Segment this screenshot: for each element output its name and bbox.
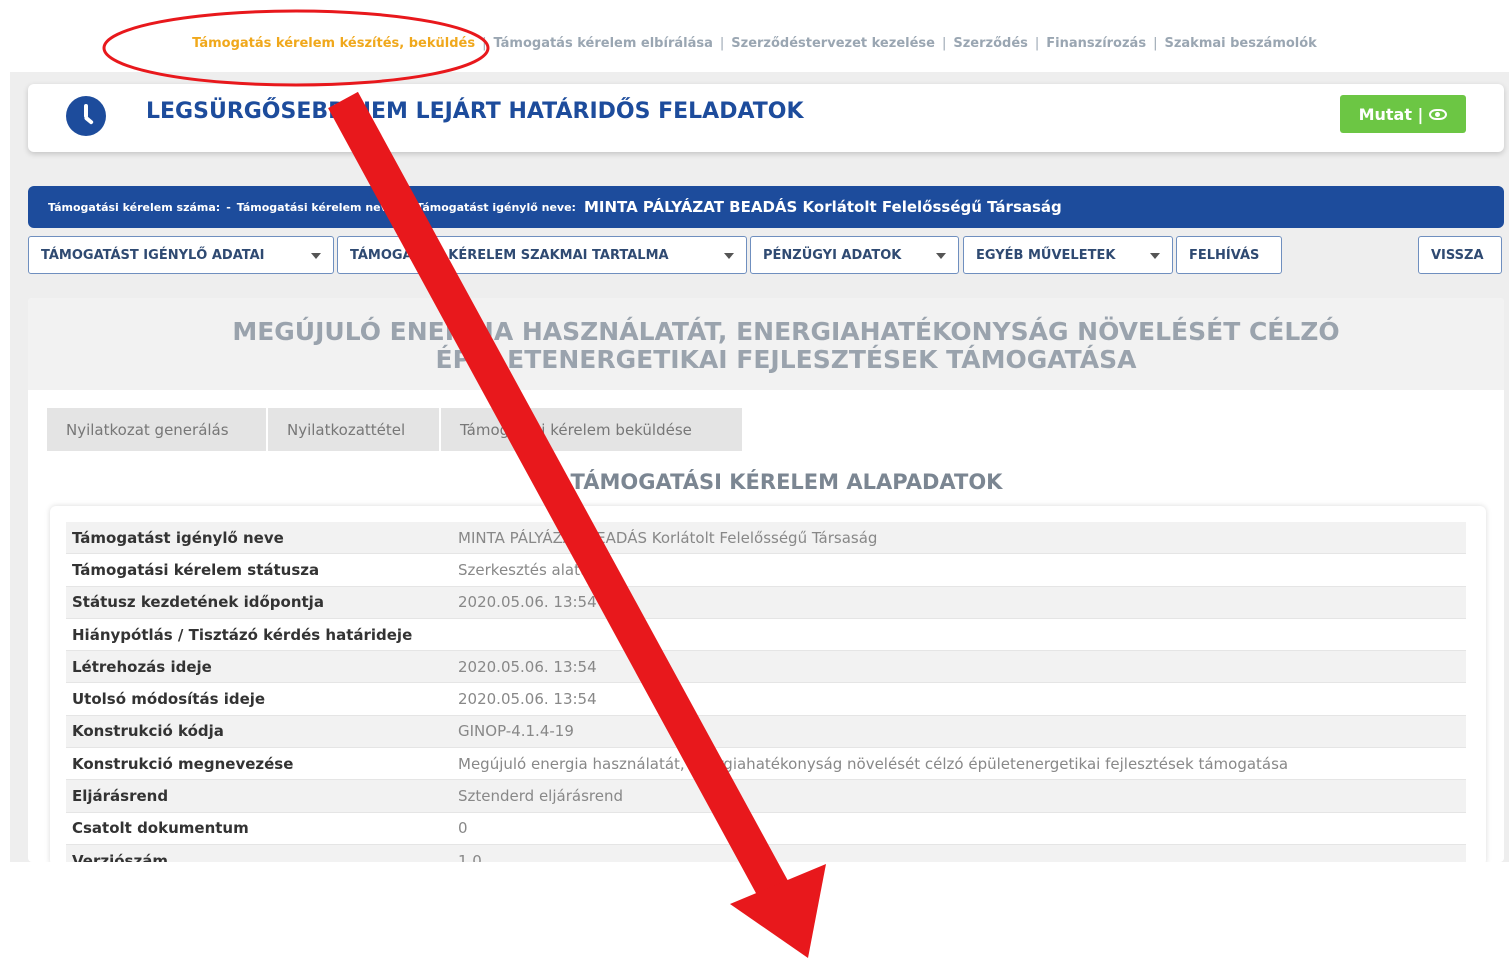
eye-icon [1429,108,1448,120]
urgent-tasks-panel: LEGSÜRGŐSEBB NEM LEJÁRT HATÁRIDŐS FELADA… [28,84,1504,152]
application-name-label: Támogatási kérelem neve: [236,200,400,214]
nav-separator: | [719,36,725,51]
chevron-down-icon [936,253,946,259]
menu-professional-content-label: TÁMOGATÁSI KÉRELEM SZAKMAI TARTALMA [350,247,669,263]
row-value: 2020.05.06. 13:54 [458,690,597,709]
table-row: Utolsó módosítás ideje 2020.05.06. 13:54 [66,683,1466,716]
table-row: Hiánypótlás / Tisztázó kérdés határideje [66,619,1466,652]
top-navigation: Támogatás kérelem készítés, beküldés | Tám… [0,36,1509,51]
menu-financial-data[interactable]: PÉNZÜGYI ADATOK [750,236,959,274]
row-label: Eljárásrend [72,787,169,806]
nav-item-draft-contract[interactable]: Szerződéstervezet kezelése [731,36,935,51]
card-header: MEGÚJULÓ ENERGIA HASZNÁLATÁT, ENERGIAHAT… [28,298,1504,390]
row-value: Megújuló energia használatát, energiahat… [458,754,1289,773]
back-button-label: VISSZA [1431,247,1484,263]
menu-professional-content[interactable]: TÁMOGATÁSI KÉRELEM SZAKMAI TARTALMA [337,236,747,274]
construction-title: MEGÚJULÓ ENERGIA HASZNÁLATÁT, ENERGIAHAT… [28,318,1509,374]
tab-statement-generation[interactable]: Nyilatkozat generálás [47,408,266,451]
nav-item-contract[interactable]: Szerződés [953,36,1028,51]
table-row: Konstrukció kódja GINOP-4.1.4-19 [66,715,1466,749]
clock-icon [66,96,106,136]
page-bottom-area [0,862,1509,960]
nav-item-professional-reports[interactable]: Szakmai beszámolók [1164,36,1316,51]
nav-separator: | [941,36,947,51]
table-row: Csatolt dokumentum 0 [66,813,1466,845]
info-separator: - [226,200,231,214]
menu-other-operations[interactable]: EGYÉB MŰVELETEK [963,236,1173,274]
table-row: Létrehozás ideje 2020.05.06. 13:54 [66,651,1466,684]
menu-applicant-data[interactable]: TÁMOGATÁST IGÉNYLŐ ADATAI [28,236,334,274]
row-value: 2020.05.06. 13:54 [458,657,597,676]
row-label: Konstrukció kódja [72,722,224,741]
row-label: Utolsó módosítás ideje [72,690,266,709]
row-value: Sztenderd eljárásrend [458,787,623,806]
row-value: Szerkesztés alatt [458,560,586,579]
urgent-tasks-title: LEGSÜRGŐSEBB NEM LEJÁRT HATÁRIDŐS FELADA… [146,99,804,124]
row-label: Hiánypótlás / Tisztázó kérdés határideje [72,625,413,644]
tab-application-submission[interactable]: Támogatási kérelem beküldése [441,408,742,451]
table-row: Támogatási kérelem státusza Szerkesztés a… [66,554,1466,587]
application-number-label: Támogatási kérelem száma: [48,200,221,214]
applicant-name-label: Támogatást igénylő neve: [416,200,576,214]
chevron-down-icon [311,253,321,259]
row-label: Csatolt dokumentum [72,819,249,838]
row-value: 0 [458,819,468,838]
show-button[interactable]: Mutat | [1340,95,1466,133]
row-label: Státusz kezdetének időpontja [72,593,324,612]
chevron-down-icon [1150,253,1160,259]
table-row: Konstrukció megnevezése Megújuló energia … [66,748,1466,781]
row-label: Támogatási kérelem státusza [72,560,320,579]
chevron-down-icon [724,253,734,259]
nav-separator: | [1153,36,1158,51]
applicant-name-value: MINTA PÁLYÁZAT BEADÁS Korlátolt Felelőss… [583,198,1062,216]
back-button[interactable]: VISSZA [1418,236,1502,274]
basic-data-rows: Támogatást igénylő neve MINTA PÁLYÁZAT BE… [66,522,1466,866]
row-value: 2020.05.06. 13:54 [458,593,597,612]
section-title: TÁMOGATÁSI KÉRELEM ALAPADATOK [570,470,1003,494]
nav-separator: | [1034,36,1040,51]
show-button-label: Mutat | [1358,104,1424,124]
construction-title-line-1: MEGÚJULÓ ENERGIA HASZNÁLATÁT, ENERGIAHAT… [232,317,1340,346]
row-label: Konstrukció megnevezése [72,754,294,773]
nav-item-application-preparation[interactable]: Támogatás kérelem készítés, beküldés [192,36,475,51]
row-value: MINTA PÁLYÁZAT BEADÁS Korlátolt Felelőss… [458,528,878,547]
tab-statement-making[interactable]: Nyilatkozattétel [268,408,439,451]
menu-applicant-data-label: TÁMOGATÁST IGÉNYLŐ ADATAI [41,247,265,263]
menu-other-operations-label: EGYÉB MŰVELETEK [976,247,1116,263]
table-row: Támogatást igénylő neve MINTA PÁLYÁZAT BE… [66,522,1466,555]
construction-title-line-2: ÉPÜLETENERGETIKAI FEJLESZTÉSEK TÁMOGATÁS… [435,345,1137,374]
nav-item-application-evaluation[interactable]: Támogatás kérelem elbírálása [493,36,712,51]
menu-call-button[interactable]: FELHÍVÁS [1176,236,1282,274]
nav-item-financing[interactable]: Finanszírozás [1046,36,1146,51]
nav-separator: | [482,36,487,51]
basic-data-table: Támogatást igénylő neve MINTA PÁLYÁZAT BE… [50,506,1486,866]
application-info-bar: Támogatási kérelem száma: - Támogatási k… [28,186,1504,228]
menu-call-label: FELHÍVÁS [1189,247,1260,263]
table-row: Státusz kezdetének időpontja 2020.05.06. … [66,586,1466,619]
table-row: Eljárásrend Sztenderd eljárásrend [66,780,1466,813]
menu-financial-data-label: PÉNZÜGYI ADATOK [763,247,902,263]
info-separator: - [405,200,411,214]
row-value: GINOP-4.1.4-19 [458,722,574,741]
row-label: Támogatást igénylő neve [72,528,284,547]
row-label: Létrehozás ideje [72,657,212,676]
